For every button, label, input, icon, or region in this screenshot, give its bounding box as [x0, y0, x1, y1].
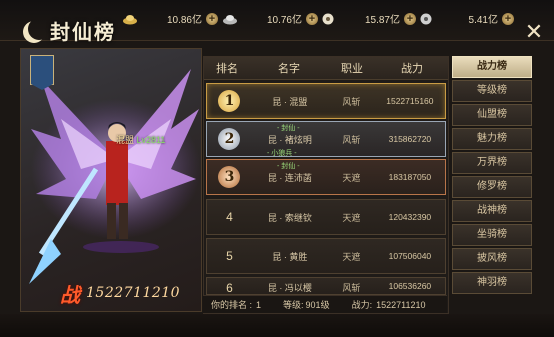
- table-row[interactable]: 6 昆 · 冯以樱 风斩 106536260: [206, 277, 446, 295]
- player-title-tag: - 小狼兵 -: [267, 150, 297, 157]
- table-row[interactable]: 3 昆 · 连沛菡 天遮 183187050 - 封仙 -: [206, 159, 446, 195]
- player-job: 风斩: [342, 96, 361, 107]
- rank-2-medal-icon: 2: [218, 128, 241, 150]
- table-row[interactable]: 2 昆 · 褚炫明 风斩 315862720 - 封仙 - - 小狼兵 -: [206, 121, 446, 157]
- table-row[interactable]: 1 昆 · 混盟 风斩 1522715160: [206, 83, 446, 119]
- my-rank-value: 1: [256, 299, 262, 310]
- my-rank-label: 你的排名 :: [211, 300, 253, 310]
- player-rank: 5: [226, 249, 233, 263]
- tab-level[interactable]: 等级榜: [452, 80, 532, 102]
- player-power: 107506040: [388, 251, 432, 261]
- silver-ingot-icon: [222, 13, 238, 25]
- title-text: 封仙榜: [50, 20, 116, 44]
- my-level-label: 等级:: [283, 300, 304, 310]
- tab-divine-wing[interactable]: 神羽榜: [452, 272, 532, 294]
- add-gold-button[interactable]: +: [206, 12, 218, 25]
- tab-power[interactable]: 战力榜: [452, 56, 532, 78]
- add-silver-button[interactable]: +: [306, 12, 318, 25]
- player-name: 昆 · 索继钦: [267, 212, 312, 223]
- header-name: 名字: [278, 63, 300, 75]
- tab-asura[interactable]: 修罗榜: [452, 176, 532, 198]
- header-power: 战力: [401, 63, 423, 75]
- player-job: 风斩: [342, 283, 361, 293]
- page-title: 封仙榜: [22, 16, 116, 45]
- hero-power: 战 1522711210: [60, 282, 181, 307]
- rank-1-medal-icon: 1: [218, 90, 241, 112]
- moon-icon: [28, 18, 50, 40]
- resource-silver: 10.76亿 +: [222, 11, 318, 26]
- my-rank-bar: 你的排名 : 1 等级: 901级 战力: 1522711210: [203, 295, 447, 313]
- add-coin-button[interactable]: +: [404, 12, 416, 25]
- rank-3-medal-icon: 3: [218, 166, 241, 188]
- player-name: 昆 · 褚炫明: [267, 134, 312, 145]
- player-power: 183187050: [388, 172, 432, 182]
- player-power: 106536260: [388, 281, 432, 291]
- player-name: 昆 · 黄胜: [272, 251, 308, 262]
- tab-charm[interactable]: 魅力榜: [452, 128, 532, 150]
- player-power: 1522715160: [386, 96, 434, 106]
- tab-cloak[interactable]: 披风榜: [452, 248, 532, 270]
- my-level-value: 901级: [305, 300, 330, 310]
- guild-banner-icon: [30, 55, 54, 90]
- close-button[interactable]: ✕: [518, 16, 550, 48]
- player-job: 天遮: [342, 251, 361, 262]
- player-job: 风斩: [342, 134, 361, 145]
- player-power: 315862720: [388, 134, 432, 144]
- player-name: 昆 · 混盟: [272, 96, 308, 107]
- player-title-tag: - 封仙 -: [277, 125, 300, 132]
- table-row[interactable]: 4 昆 · 索继钦 天遮 120432390: [206, 199, 446, 235]
- player-power: 120432390: [388, 212, 432, 222]
- ranking-table: 排名 名字 职业 战力 1 昆 · 混盟 风斩 1522715160 2 昆 ·…: [203, 56, 449, 314]
- table-header: 排名 名字 职业 战力: [204, 57, 448, 80]
- player-name: 昆 · 冯以樱: [267, 283, 312, 293]
- player-job: 天遮: [342, 172, 361, 183]
- player-job: 天遮: [342, 212, 361, 223]
- my-power-label: 战力:: [351, 300, 373, 310]
- table-row[interactable]: 5 昆 · 黄胜 天遮 107506040: [206, 238, 446, 274]
- my-power-value: 1522711210: [376, 299, 426, 310]
- add-silver-coin-button[interactable]: +: [502, 12, 514, 25]
- player-title-tag: - 封仙 -: [277, 163, 300, 170]
- player-rank: 4: [226, 210, 233, 224]
- resource-silver-coin: 5.41亿 +: [418, 11, 514, 26]
- leaderboard-tabs: 战力榜 等级榜 仙盟榜 魅力榜 万界榜 修罗榜 战神榜 坐骑榜 披风榜 神羽榜: [449, 56, 535, 296]
- tab-mount[interactable]: 坐骑榜: [452, 224, 532, 246]
- player-name: 昆 · 连沛菡: [267, 172, 312, 183]
- tab-war-god[interactable]: 战神榜: [452, 200, 532, 222]
- guild-label: 混盟 Lv2811: [116, 135, 166, 145]
- close-icon[interactable]: ✕: [525, 19, 543, 44]
- gold-ingot-icon: [122, 13, 138, 25]
- bottom-border: [0, 314, 554, 337]
- coin-icon: [320, 13, 336, 25]
- header-job: 职业: [341, 63, 363, 75]
- header-rank: 排名: [216, 63, 238, 75]
- resource-gold: 10.86亿 +: [122, 11, 218, 26]
- tab-guild[interactable]: 仙盟榜: [452, 104, 532, 126]
- silver-coin-icon: [418, 13, 434, 25]
- player-rank: 6: [226, 281, 233, 295]
- tab-realm[interactable]: 万界榜: [452, 152, 532, 174]
- resource-coin: 15.87亿 +: [320, 11, 416, 26]
